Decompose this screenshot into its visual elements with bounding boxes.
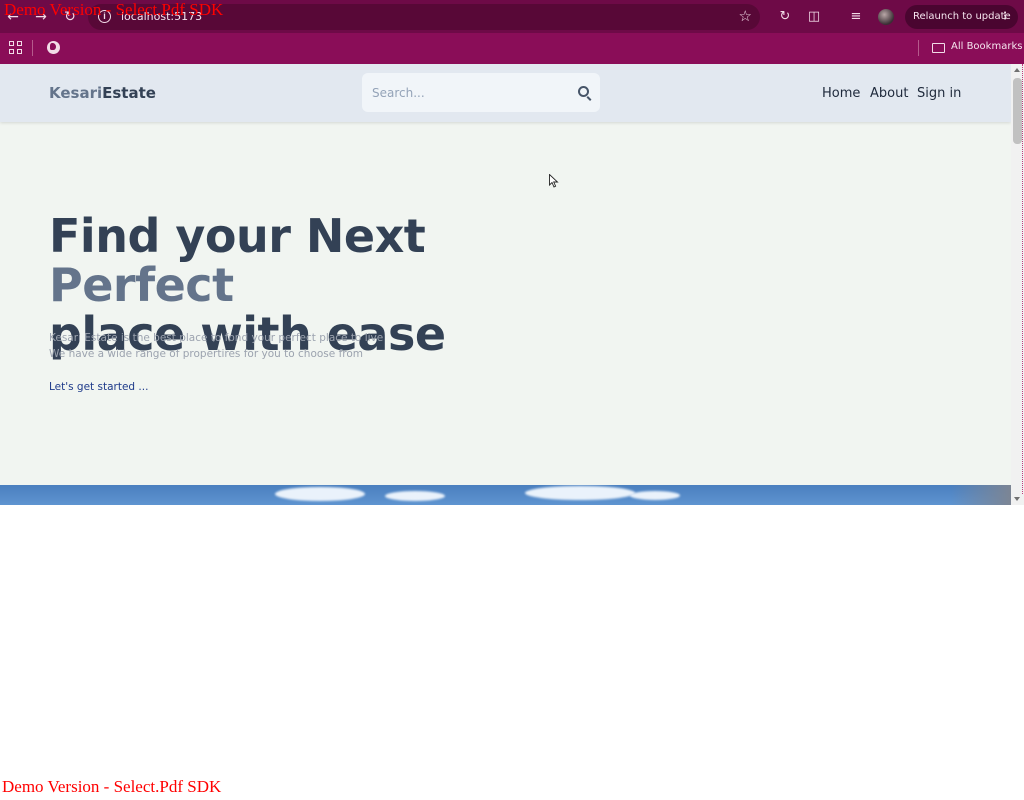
scroll-down-icon[interactable]: [1014, 497, 1020, 501]
search-icon[interactable]: [578, 86, 589, 97]
site-logo[interactable]: KesariEstate: [49, 84, 156, 102]
search-input[interactable]: [372, 83, 562, 103]
hero-subtitle-line-1: Kesari Estate is the best place to fond …: [49, 332, 384, 344]
logo-part-kesari: Kesari: [49, 84, 103, 102]
scroll-up-icon[interactable]: [1014, 68, 1020, 72]
bookmarks-divider: [32, 40, 33, 56]
search-form: [362, 73, 600, 112]
site-header: KesariEstate Home About Sign in: [0, 64, 1011, 122]
watermark-bottom: Demo Version - Select.Pdf SDK: [2, 777, 222, 796]
media-queue-icon[interactable]: ≡: [847, 8, 865, 26]
relaunch-button[interactable]: Relaunch to update ⋮: [905, 5, 1018, 29]
page-viewport: KesariEstate Home About Sign in Find you…: [0, 64, 1024, 505]
watermark-top: Demo Version - Select.Pdf SDK: [4, 0, 224, 19]
all-bookmarks-link[interactable]: All Bookmarks: [951, 41, 1022, 52]
bookmarks-divider-right: [918, 40, 919, 56]
hero-title-accent: Perfect: [49, 258, 234, 312]
logo-part-estate: Estate: [102, 84, 156, 102]
nav-home[interactable]: Home: [822, 86, 860, 101]
sync-icon[interactable]: ↻: [776, 8, 794, 26]
profile-avatar[interactable]: [878, 9, 894, 25]
relaunch-label: Relaunch to update: [913, 11, 1011, 22]
nav-sign-in[interactable]: Sign in: [917, 86, 961, 101]
apps-grid-icon[interactable]: [9, 41, 22, 54]
globe-icon[interactable]: [47, 41, 60, 54]
mouse-cursor-icon: [549, 174, 559, 188]
extensions-icon[interactable]: ◫: [805, 8, 823, 26]
scrollbar-thumb[interactable]: [1013, 78, 1022, 144]
folder-icon[interactable]: [932, 43, 945, 53]
window-edge: [1022, 64, 1023, 494]
nav-about[interactable]: About: [870, 86, 908, 101]
more-menu-icon[interactable]: ⋮: [1000, 5, 1010, 29]
bookmark-star-icon[interactable]: ☆: [739, 7, 752, 25]
bookmarks-bar: All Bookmarks: [0, 33, 1024, 64]
hero-title-start: Find your Next: [49, 209, 426, 263]
hero-sky-image: [0, 485, 1011, 505]
get-started-link[interactable]: Let's get started ...: [49, 381, 148, 393]
hero-subtitle: Kesari Estate is the best place to fond …: [49, 330, 383, 362]
hero-subtitle-line-2: We have a wide range of propertires for …: [49, 348, 364, 360]
